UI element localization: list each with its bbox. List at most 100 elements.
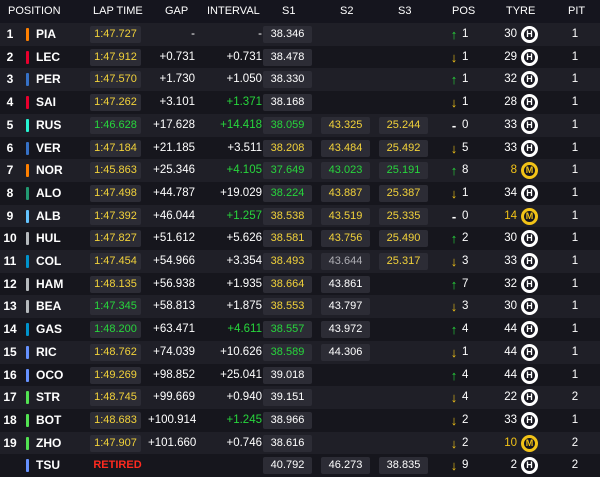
gap-value: +0.731 — [159, 50, 196, 63]
table-row[interactable]: 19 ZHO 1:47.907 +101.660 +0.746 38.616 ↓ 2 10 M 2 — [0, 431, 600, 455]
position-change-arrow-icon: ↑ — [450, 163, 458, 179]
tyre-compound-icon: M — [521, 207, 538, 225]
tyre-compound-icon: H — [521, 230, 538, 248]
header-pos: POS — [452, 5, 476, 17]
position-change-value: 4 — [462, 391, 469, 404]
table-row[interactable]: 9 ALB 1:47.392 +46.044 +1.257 38.538 43.519 25.… — [0, 204, 600, 228]
position-change-arrow-icon: ↑ — [450, 322, 458, 338]
lap-time: 1:47.498 — [90, 184, 141, 202]
position-change-value: 1 — [462, 28, 469, 40]
table-row[interactable]: 3 PER 1:47.570 +1.730 +1.050 38.330 ↑ 1 32 H 1 — [0, 68, 600, 92]
table-row[interactable]: 8 ALO 1:47.498 +44.787 +19.029 38.224 43.887 25… — [0, 181, 600, 205]
driver-code: VER — [36, 140, 61, 155]
tyre-laps: 44 — [504, 345, 517, 358]
driver-code: TSU — [36, 458, 60, 473]
sector-1-time: 39.151 — [263, 389, 312, 407]
driver-code: ZHO — [36, 435, 62, 450]
tyre-compound-icon: M — [521, 434, 538, 452]
sector-3-time: 38.835 — [379, 457, 428, 475]
position-number: 3 — [6, 72, 14, 87]
table-row[interactable]: 7 NOR 1:45.863 +25.346 +4.105 37.649 43.023 25.… — [0, 159, 600, 183]
pit-stops: 1 — [571, 73, 579, 86]
position-change-value: 4 — [462, 368, 469, 381]
table-row[interactable]: 4 SAI 1:47.262 +3.101 +1.371 38.168 ↓ 1 28 H 1 — [0, 91, 600, 115]
header-gap: GAP — [165, 5, 189, 17]
interval-value: +5.626 — [226, 232, 263, 245]
tyre-compound-icon: H — [521, 139, 538, 157]
tyre-laps: 33 — [504, 255, 517, 267]
sector-3-time: 25.244 — [379, 116, 428, 134]
team-color-bar — [26, 255, 29, 268]
tyre-compound-icon: H — [521, 184, 538, 202]
sector-3-time: 25.191 — [379, 162, 428, 180]
sector-2-time: 43.023 — [321, 162, 370, 180]
sector-1-time: 38.059 — [263, 116, 312, 134]
driver-code: NOR — [36, 163, 63, 178]
tyre-laps: 33 — [504, 141, 517, 154]
pit-stops: 1 — [571, 164, 579, 177]
pit-stops: 1 — [571, 255, 579, 267]
table-row[interactable]: 18 BOT 1:48.683 +100.914 +1.245 38.966 ↓ 2 33 H 1 — [0, 408, 600, 432]
pit-stops: 2 — [571, 459, 579, 472]
pit-stops: 1 — [571, 323, 579, 336]
gap-value: +98.852 — [153, 368, 195, 381]
driver-code: ALO — [36, 185, 62, 200]
gap-value: +1.730 — [159, 73, 196, 86]
table-row[interactable]: 15 RIC 1:48.762 +74.039 +10.626 38.589 44.306 ↓… — [0, 340, 600, 364]
interval-value: +1.050 — [226, 73, 263, 86]
lap-time: 1:48.745 — [90, 389, 141, 407]
sector-1-time: 38.616 — [263, 434, 312, 452]
table-row[interactable]: 5 RUS 1:46.628 +17.628 +14.418 38.059 43.325 25… — [0, 113, 600, 137]
team-color-bar — [26, 368, 29, 382]
tyre-laps: 34 — [504, 186, 517, 199]
tyre-laps: 44 — [504, 323, 517, 336]
table-row[interactable]: TSU RETIRED 40.792 46.273 38.835 ↓ 9 2 H 2 — [0, 454, 600, 477]
position-change-value: 2 — [462, 413, 469, 426]
lap-time: 1:47.907 — [90, 434, 141, 452]
tyre-compound-icon: H — [521, 389, 538, 407]
position-change-arrow-icon: ↓ — [450, 412, 458, 428]
sector-2-time: 44.306 — [321, 343, 370, 361]
interval-value: +19.029 — [220, 186, 262, 199]
tyre-compound-icon: H — [521, 71, 538, 89]
sector-1-time: 38.538 — [263, 207, 312, 225]
tyre-laps: 30 — [504, 28, 517, 40]
table-row[interactable]: 12 HAM 1:48.135 +56.938 +1.935 38.664 43.861 ↑ 7… — [0, 272, 600, 296]
table-row[interactable]: 17 STR 1:48.745 +99.669 +0.940 39.151 ↓ 4 22 H 2 — [0, 386, 600, 410]
table-row[interactable]: 6 VER 1:47.184 +21.185 +3.511 38.208 43.484 25.… — [0, 136, 600, 160]
table-row[interactable]: 1 PIA 1:47.727- -38.346 ↑ 1 30 H 1 — [0, 23, 600, 46]
table-row[interactable]: 10 HUL 1:47.827 +51.612 +5.626 38.581 43.756 25… — [0, 227, 600, 251]
table-row[interactable]: 14 GAS 1:48.200 +63.471 +4.611 38.557 43.972 ↑ 4… — [0, 318, 600, 342]
position-change-arrow-icon: ↓ — [450, 435, 458, 451]
tyre-laps: 44 — [504, 368, 517, 381]
lap-time: 1:47.392 — [90, 207, 141, 225]
team-color-bar — [26, 391, 29, 405]
team-color-bar — [26, 345, 29, 359]
lap-time: 1:47.345 — [90, 298, 141, 316]
position-change-value: 5 — [462, 141, 469, 154]
table-row[interactable]: 16 OCO 1:49.269 +98.852 +25.041 39.018 ↑ 4 44 H 1 — [0, 363, 600, 387]
tyre-compound-icon: H — [521, 48, 538, 66]
header-lap-time: LAP TIME — [93, 5, 143, 17]
gap-value: +101.660 — [148, 436, 197, 449]
tyre-compound-icon: H — [521, 253, 538, 270]
sector-2-time: 46.273 — [321, 457, 370, 475]
driver-code: STR — [36, 390, 60, 405]
header-tyre: TYRE — [506, 5, 536, 17]
position-change-arrow-icon: ↑ — [450, 27, 458, 42]
tyre-compound-icon: H — [521, 94, 538, 112]
sector-1-time: 38.581 — [263, 230, 312, 248]
position-change-arrow-icon: ↓ — [450, 140, 458, 156]
position-number — [3, 457, 17, 474]
pit-stops: 1 — [571, 277, 579, 290]
interval-value: +1.875 — [226, 300, 263, 313]
lap-time: 1:48.683 — [90, 411, 141, 429]
header-s3: S3 — [398, 5, 412, 17]
position-change-value: 8 — [462, 164, 469, 177]
table-row[interactable]: 13 BEA 1:47.345 +58.813 +1.875 38.553 43.797 ↓ 3… — [0, 295, 600, 319]
table-row[interactable]: 11 COL 1:47.454 +54.966 +3.354 38.493 43.644 25… — [0, 250, 600, 273]
table-row[interactable]: 2 LEC 1:47.912 +0.731 +0.731 38.478 ↓ 1 29 H 1 — [0, 45, 600, 69]
sector-3-time: 25.317 — [379, 253, 428, 270]
tyre-laps: 14 — [504, 209, 517, 222]
team-color-bar — [26, 209, 29, 223]
